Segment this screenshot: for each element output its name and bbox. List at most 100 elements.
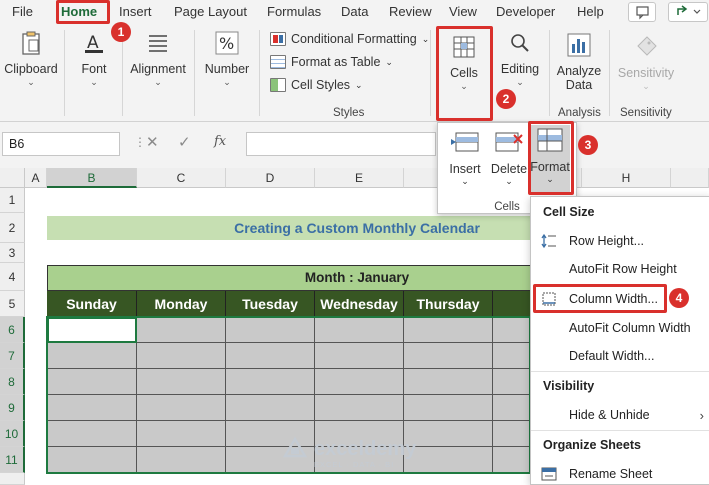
ribbon: Clipboard ⌄ A Font ⌄ Alignment ⌄ % Numbe… <box>0 24 709 122</box>
more-icon: ⋮ <box>134 135 146 149</box>
chevron-down-icon: ⌄ <box>421 33 430 44</box>
analyze-data-icon <box>567 33 591 57</box>
clipboard-button[interactable]: Clipboard ⌄ <box>4 30 58 88</box>
tab-formulas[interactable]: Formulas <box>267 3 321 21</box>
cell-size-heading: Cell Size <box>543 205 595 219</box>
insert-label: Insert <box>449 162 481 176</box>
autofit-row-height-item[interactable]: AutoFit Row Height <box>541 258 706 280</box>
row-header-4[interactable]: 4 <box>0 263 25 291</box>
enter-icon[interactable]: ✓ <box>178 133 191 151</box>
day-header-wednesday: Wednesday <box>315 291 404 317</box>
divider <box>194 30 195 116</box>
comment-icon <box>636 6 649 20</box>
exceldemy-logo-icon <box>282 436 308 458</box>
column-header-c[interactable]: C <box>137 168 226 188</box>
formula-input[interactable] <box>246 132 436 156</box>
row-header-7[interactable]: 7 <box>0 343 25 369</box>
day-header-monday: Monday <box>137 291 226 317</box>
row-header-3[interactable]: 3 <box>0 243 25 263</box>
divider <box>531 371 709 372</box>
number-button[interactable]: % Number ⌄ <box>201 30 253 88</box>
tab-data[interactable]: Data <box>341 3 368 21</box>
insert-function-icon[interactable]: fx <box>214 134 226 149</box>
cells-icon <box>453 36 475 58</box>
row-header-1[interactable]: 1 <box>0 188 25 213</box>
tab-home[interactable]: Home <box>61 3 97 24</box>
day-header-sunday: Sunday <box>47 291 137 317</box>
select-all-corner[interactable] <box>0 168 25 188</box>
divider <box>259 30 260 116</box>
step-badge-1: 1 <box>111 22 131 42</box>
chevron-down-icon: ⌄ <box>461 176 469 186</box>
format-label: Format <box>530 160 570 174</box>
format-as-table-button[interactable]: Format as Table ⌄ <box>270 55 393 69</box>
row-height-label: Row Height... <box>569 234 645 248</box>
row-header-8[interactable]: 8 <box>0 369 25 395</box>
day-header-thursday: Thursday <box>404 291 493 317</box>
autofit-column-width-item[interactable]: AutoFit Column Width <box>541 317 706 339</box>
column-header-h[interactable]: H <box>582 168 671 188</box>
chevron-right-icon: › <box>699 407 704 423</box>
watermark: exceldemy EXCEL · DATA · BI <box>282 436 416 469</box>
day-header-tuesday: Tuesday <box>226 291 315 317</box>
cell-styles-button[interactable]: Cell Styles ⌄ <box>270 78 363 92</box>
cells-button[interactable]: Cells ⌄ <box>441 30 487 92</box>
tab-help[interactable]: Help <box>577 3 604 21</box>
sensitivity-button: Sensitivity ⌄ <box>613 30 679 92</box>
row-header-5[interactable]: 5 <box>0 291 25 317</box>
chevron-down-icon: ⌄ <box>355 79 363 90</box>
percent-icon: % <box>215 31 239 55</box>
analyze-data-button[interactable]: Analyze Data <box>553 30 605 92</box>
clipboard-icon <box>22 31 40 55</box>
name-box[interactable]: B6 <box>2 132 120 156</box>
step-badge-4: 4 <box>669 288 689 308</box>
editing-button[interactable]: Editing ⌄ <box>498 30 542 88</box>
chevron-down-icon: ⌄ <box>90 77 98 87</box>
default-width-item[interactable]: Default Width... <box>541 345 706 367</box>
row-header-6[interactable]: 6 <box>0 317 25 343</box>
divider <box>430 30 431 116</box>
row-header-2[interactable]: 2 <box>0 213 25 243</box>
tab-insert[interactable]: Insert <box>119 3 152 21</box>
tab-review[interactable]: Review <box>389 3 432 21</box>
row-header-12[interactable] <box>0 473 25 485</box>
cancel-icon[interactable]: ✕ <box>146 133 159 151</box>
alignment-button[interactable]: Alignment ⌄ <box>128 30 188 88</box>
row-header-9[interactable]: 9 <box>0 395 25 421</box>
conditional-formatting-icon <box>270 32 286 46</box>
rename-sheet-item[interactable]: Rename Sheet <box>541 463 706 485</box>
tab-file[interactable]: File <box>12 3 33 21</box>
column-header-b[interactable]: B <box>47 168 137 188</box>
chevron-down-icon: ⌄ <box>460 81 468 91</box>
comments-button[interactable] <box>628 2 656 22</box>
default-width-label: Default Width... <box>569 349 655 363</box>
column-header-e[interactable]: E <box>315 168 404 188</box>
divider <box>549 30 550 116</box>
font-button[interactable]: A Font ⌄ <box>72 30 116 88</box>
share-icon <box>677 5 701 15</box>
conditional-formatting-button[interactable]: Conditional Formatting ⌄ <box>270 32 429 46</box>
insert-cells-button[interactable]: Insert ⌄ <box>444 127 486 187</box>
cell-styles-label: Cell Styles <box>291 78 351 92</box>
row-height-item[interactable]: Row Height... <box>541 230 706 252</box>
tab-view[interactable]: View <box>449 3 477 21</box>
tab-page-layout[interactable]: Page Layout <box>174 3 247 21</box>
sensitivity-label: Sensitivity <box>617 66 675 80</box>
row-header-10[interactable]: 10 <box>0 421 25 447</box>
hide-unhide-item[interactable]: Hide & Unhide › <box>541 404 706 426</box>
tab-developer[interactable]: Developer <box>496 3 555 21</box>
font-color-icon: A <box>85 33 103 53</box>
chevron-down-icon: ⌄ <box>505 176 513 186</box>
format-cells-button[interactable]: Format ⌄ <box>530 125 570 195</box>
column-header-d[interactable]: D <box>226 168 315 188</box>
share-button[interactable] <box>668 2 708 22</box>
column-width-icon <box>542 292 556 306</box>
delete-cells-button[interactable]: Delete ⌄ <box>488 127 530 187</box>
delete-cells-icon <box>495 132 523 152</box>
column-header-i[interactable] <box>671 168 709 188</box>
column-header-a[interactable]: A <box>25 168 47 188</box>
format-cells-icon <box>537 128 563 152</box>
row-header-11[interactable]: 11 <box>0 447 25 473</box>
divider <box>531 430 709 431</box>
autofit-column-width-label: AutoFit Column Width <box>569 321 691 335</box>
